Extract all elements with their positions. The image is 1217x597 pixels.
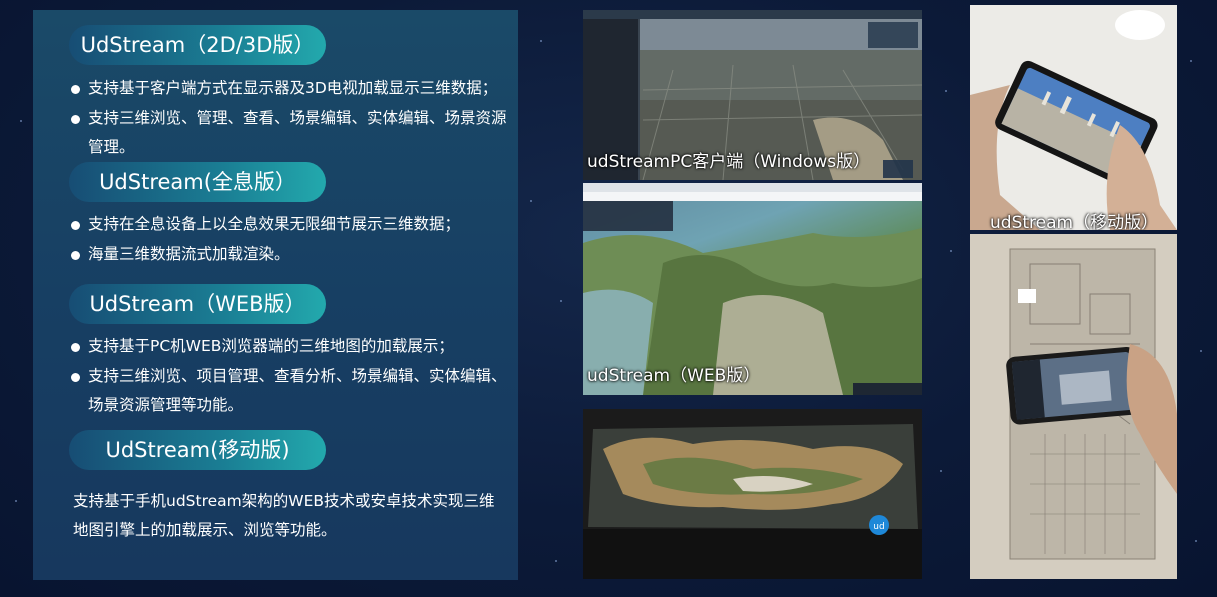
ar-phone-scene bbox=[970, 234, 1177, 579]
ar-phone-photo bbox=[970, 234, 1177, 579]
list-item: 支持基于客户端方式在显示器及3D电视加载显示三维数据； bbox=[71, 74, 516, 104]
hologram-table-photo: ud bbox=[583, 409, 922, 579]
section-title-2d3d: UdStream（2D/3D版） bbox=[69, 25, 326, 65]
pc-client-screenshot: udStreamPC客户端（Windows版） bbox=[583, 10, 922, 180]
list-item: 海量三维数据流式加载渲染。 bbox=[71, 240, 516, 270]
list-item: 支持基于PC机WEB浏览器端的三维地图的加载展示； bbox=[71, 332, 516, 362]
section-title-mobile: UdStream(移动版) bbox=[69, 430, 326, 470]
web-version-screenshot: udStream（WEB版） bbox=[583, 183, 922, 395]
mobile-description: 支持基于手机udStream架构的WEB技术或安卓技术实现三维地图引擎上的加载展… bbox=[73, 492, 495, 539]
list-item: 支持在全息设备上以全息效果无限细节展示三维数据； bbox=[71, 210, 516, 240]
bullet-list-web: 支持基于PC机WEB浏览器端的三维地图的加载展示； 支持三维浏览、项目管理、查看… bbox=[71, 332, 516, 421]
pc-caption: udStreamPC客户端（Windows版） bbox=[587, 152, 871, 172]
mobile-caption: udStream（移动版） bbox=[990, 213, 1159, 230]
web-caption: udStream（WEB版） bbox=[587, 366, 761, 386]
list-item: 支持三维浏览、项目管理、查看分析、场景编辑、实体编辑、场景资源管理等功能。 bbox=[71, 362, 516, 421]
list-item: 支持三维浏览、管理、查看、场景编辑、实体编辑、场景资源管理。 bbox=[71, 104, 516, 163]
holo-badge: ud bbox=[873, 522, 884, 532]
section-title-web: UdStream（WEB版） bbox=[69, 284, 326, 324]
section-title-holo: UdStream(全息版） bbox=[69, 162, 326, 202]
mobile-phone-scene bbox=[970, 5, 1177, 230]
hologram-table-scene: ud bbox=[583, 409, 922, 579]
bullet-list-holo: 支持在全息设备上以全息效果无限细节展示三维数据； 海量三维数据流式加载渲染。 bbox=[71, 210, 516, 269]
bullet-list-2d3d: 支持基于客户端方式在显示器及3D电视加载显示三维数据； 支持三维浏览、管理、查看… bbox=[71, 74, 516, 163]
mobile-version-photo: udStream（移动版） bbox=[970, 5, 1177, 230]
feature-panel: UdStream（2D/3D版） 支持基于客户端方式在显示器及3D电视加载显示三… bbox=[33, 10, 518, 580]
